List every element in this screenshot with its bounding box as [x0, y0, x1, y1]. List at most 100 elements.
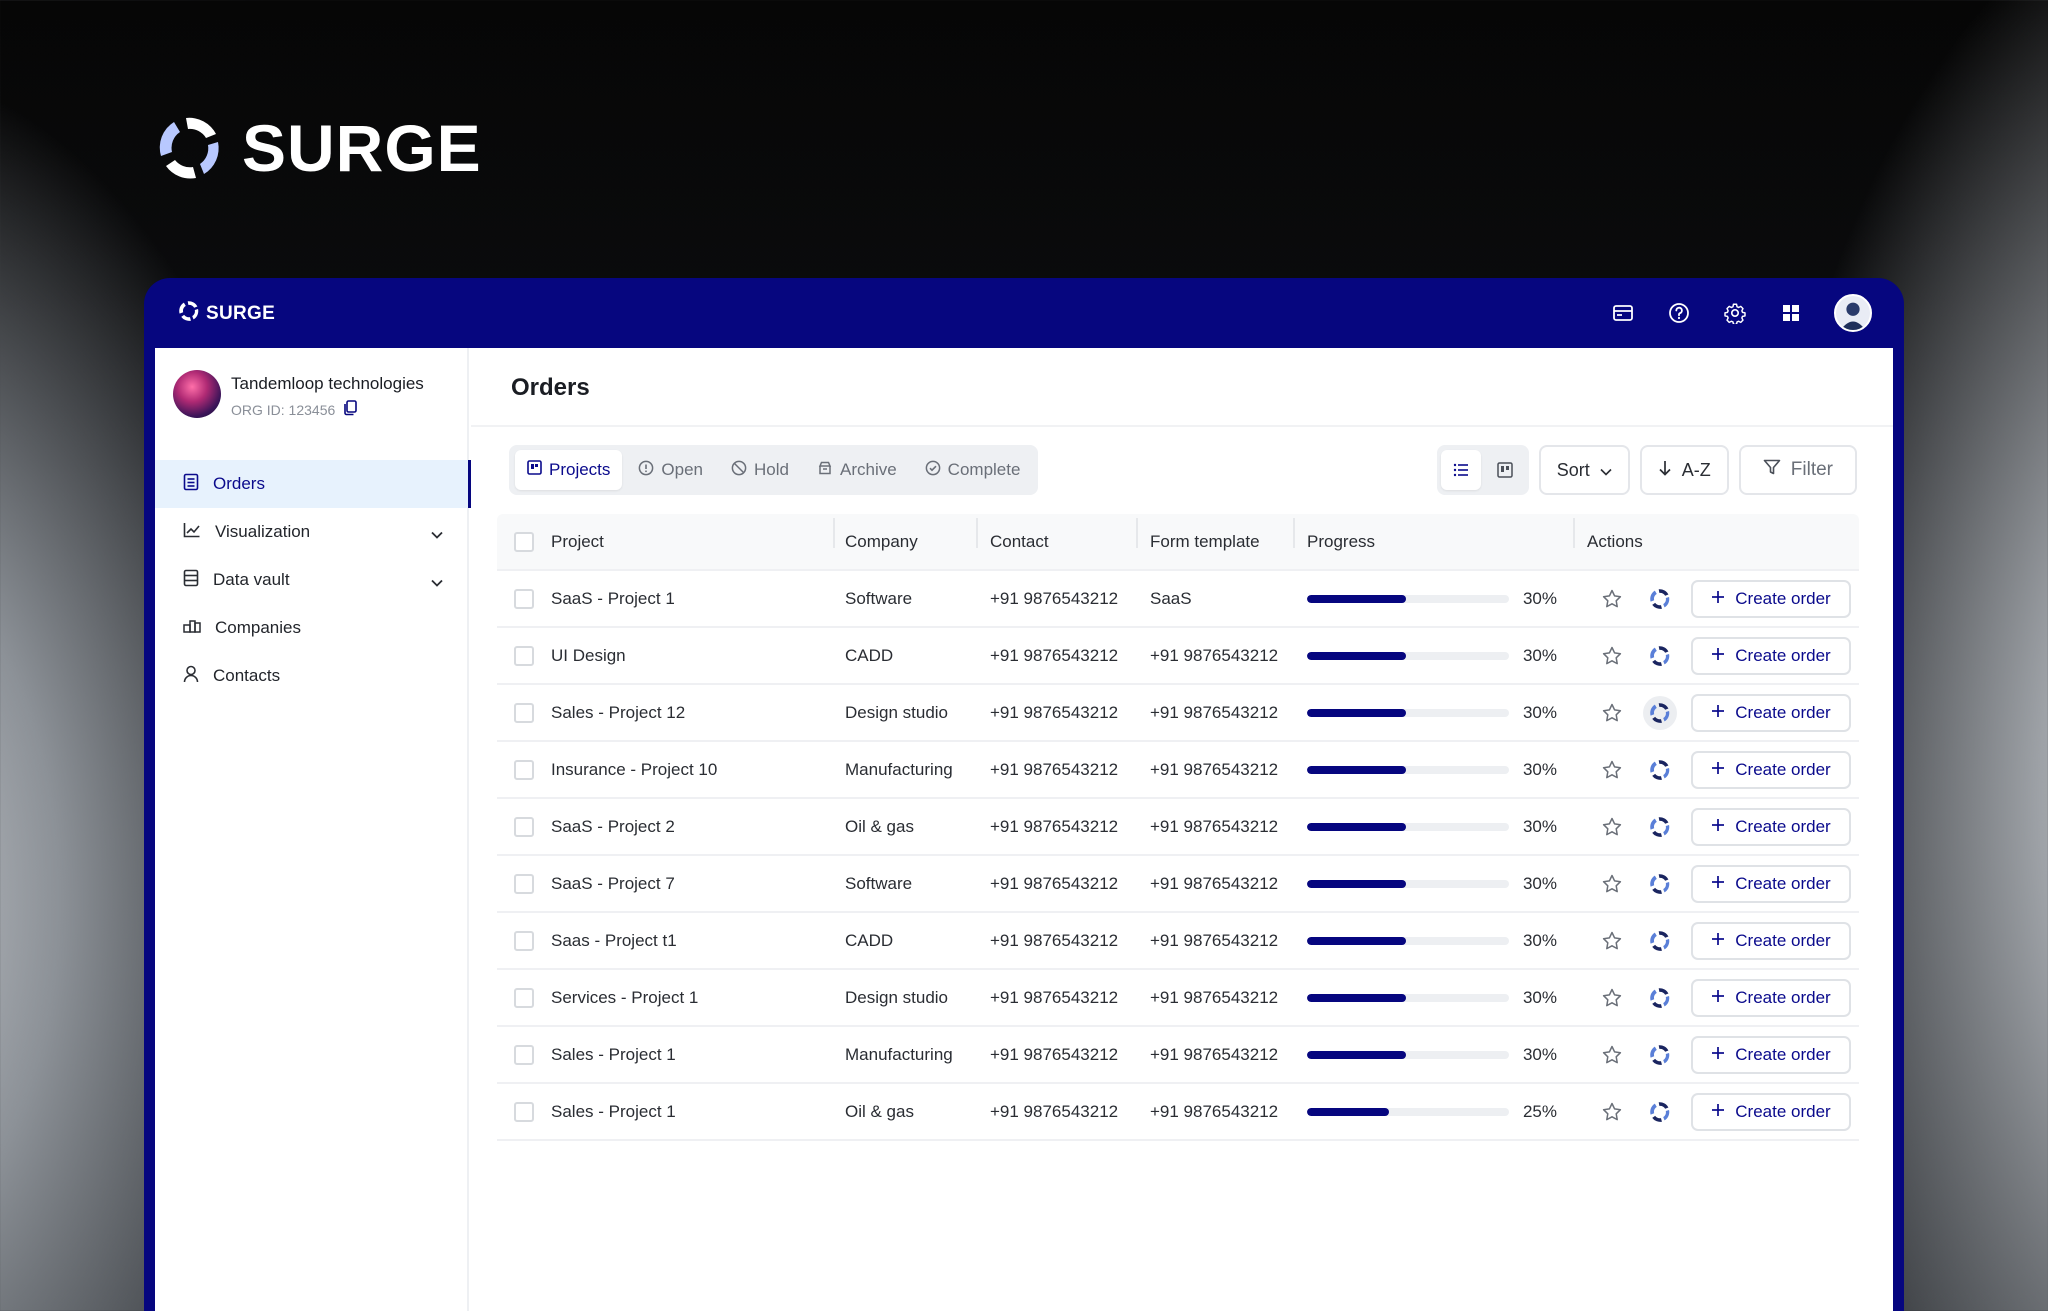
- help-icon[interactable]: [1666, 300, 1692, 326]
- progress-bar: [1307, 879, 1509, 888]
- surge-sync-icon[interactable]: [1643, 1095, 1677, 1129]
- row-checkbox[interactable]: [514, 1101, 534, 1122]
- table-row[interactable]: Sales - Project 1 Oil & gas +91 98765432…: [497, 1084, 1859, 1141]
- sidebar-nav: Orders Visualization Data vault Companie…: [155, 460, 471, 700]
- user-avatar[interactable]: [1834, 294, 1872, 332]
- form-template-cell: +91 9876543212: [1150, 702, 1279, 722]
- table-row[interactable]: Sales - Project 12 Design studio +91 987…: [497, 685, 1859, 742]
- sidebar-item-companies[interactable]: Companies: [155, 604, 469, 652]
- sidebar-item-orders[interactable]: Orders: [155, 460, 471, 508]
- gear-icon[interactable]: [1722, 300, 1748, 326]
- table-row[interactable]: SaaS - Project 2 Oil & gas +91 987654321…: [497, 799, 1859, 856]
- org-id: ORG ID: 123456: [231, 400, 424, 419]
- surge-sync-icon[interactable]: [1643, 639, 1677, 673]
- progress-cell: 30%: [1293, 988, 1573, 1008]
- row-checkbox[interactable]: [514, 816, 534, 837]
- column-header[interactable]: Company: [833, 517, 976, 552]
- row-checkbox[interactable]: [514, 930, 534, 951]
- create-order-button[interactable]: Create order: [1691, 864, 1851, 903]
- sidebar-item-visualization[interactable]: Visualization: [155, 508, 469, 556]
- column-header[interactable]: Contact: [976, 517, 1136, 552]
- tab-open[interactable]: Open: [626, 450, 715, 490]
- apps-grid-icon[interactable]: [1778, 300, 1804, 326]
- chevron-down-icon[interactable]: [431, 524, 443, 544]
- create-order-button[interactable]: Create order: [1691, 579, 1851, 618]
- star-icon[interactable]: [1595, 1038, 1629, 1072]
- board-view-icon[interactable]: [1485, 450, 1525, 490]
- create-order-button[interactable]: Create order: [1691, 1092, 1851, 1131]
- star-icon[interactable]: [1595, 753, 1629, 787]
- org-switcher[interactable]: Tandemloop technologies ORG ID: 123456: [173, 370, 424, 419]
- star-icon[interactable]: [1595, 924, 1629, 958]
- star-icon[interactable]: [1595, 867, 1629, 901]
- star-icon[interactable]: [1595, 981, 1629, 1015]
- row-checkbox[interactable]: [514, 873, 534, 894]
- table-row[interactable]: Insurance - Project 10 Manufacturing +91…: [497, 742, 1859, 799]
- table-row[interactable]: Saas - Project t1 CADD +91 9876543212 +9…: [497, 913, 1859, 970]
- surge-sync-icon[interactable]: [1643, 753, 1677, 787]
- project-cell: SaaS - Project 2: [551, 816, 675, 836]
- star-icon[interactable]: [1595, 582, 1629, 616]
- sidebar-item-contacts[interactable]: Contacts: [155, 652, 469, 700]
- table-row[interactable]: SaaS - Project 7 Software +91 9876543212…: [497, 856, 1859, 913]
- contact-cell: +91 9876543212: [990, 759, 1119, 779]
- window-icon[interactable]: [1610, 300, 1636, 326]
- project-cell: SaaS - Project 7: [551, 873, 675, 893]
- star-icon[interactable]: [1595, 810, 1629, 844]
- plus-icon: [1711, 646, 1725, 666]
- chevron-down-icon[interactable]: [431, 572, 443, 592]
- tab-projects[interactable]: Projects: [515, 450, 623, 490]
- create-order-button[interactable]: Create order: [1691, 921, 1851, 960]
- row-checkbox[interactable]: [514, 1044, 534, 1065]
- sidebar-item-data-vault[interactable]: Data vault: [155, 556, 469, 604]
- surge-sync-icon[interactable]: [1643, 582, 1677, 616]
- sort-dropdown[interactable]: Sort: [1538, 445, 1630, 495]
- progress-bar: [1307, 651, 1509, 660]
- tab-archive[interactable]: Archive: [805, 450, 909, 490]
- az-sort-button[interactable]: A-Z: [1639, 445, 1729, 495]
- surge-sync-icon[interactable]: [1643, 695, 1677, 730]
- app-window: SURGE Tandemloop technologies ORG ID: 12…: [144, 278, 1904, 1311]
- surge-sync-icon[interactable]: [1643, 1038, 1677, 1072]
- progress-cell: 30%: [1293, 703, 1573, 723]
- row-checkbox[interactable]: [514, 645, 534, 666]
- surge-sync-icon[interactable]: [1643, 981, 1677, 1015]
- create-order-button[interactable]: Create order: [1691, 978, 1851, 1017]
- star-icon[interactable]: [1595, 639, 1629, 673]
- star-icon[interactable]: [1595, 696, 1629, 730]
- star-icon[interactable]: [1595, 1095, 1629, 1129]
- row-checkbox[interactable]: [514, 987, 534, 1008]
- table-row[interactable]: Sales - Project 1 Manufacturing +91 9876…: [497, 1027, 1859, 1084]
- row-checkbox[interactable]: [514, 702, 534, 723]
- tab-complete[interactable]: Complete: [913, 450, 1033, 490]
- contact-cell: +91 9876543212: [990, 987, 1119, 1007]
- progress-percent: 30%: [1522, 987, 1557, 1007]
- row-checkbox[interactable]: [514, 588, 534, 609]
- create-order-button[interactable]: Create order: [1691, 693, 1851, 732]
- select-all-checkbox[interactable]: [514, 531, 534, 552]
- column-header[interactable]: Progress: [1293, 517, 1573, 552]
- copy-icon[interactable]: [343, 400, 358, 419]
- surge-sync-icon[interactable]: [1643, 810, 1677, 844]
- table-row[interactable]: SaaS - Project 1 Software +91 9876543212…: [497, 571, 1859, 628]
- list-view-icon[interactable]: [1440, 450, 1481, 490]
- surge-sync-icon[interactable]: [1643, 867, 1677, 901]
- create-order-button[interactable]: Create order: [1691, 636, 1851, 675]
- topbar-brand[interactable]: SURGE: [178, 300, 275, 327]
- filter-button[interactable]: Filter: [1738, 445, 1857, 495]
- table-body: SaaS - Project 1 Software +91 9876543212…: [497, 571, 1859, 1141]
- progress-bar-fill: [1307, 822, 1406, 831]
- table-row[interactable]: Services - Project 1 Design studio +91 9…: [497, 970, 1859, 1027]
- company-cell: Manufacturing: [845, 759, 953, 779]
- row-checkbox[interactable]: [514, 759, 534, 780]
- column-header[interactable]: Project: [551, 532, 833, 552]
- actions-cell: Create order: [1573, 978, 1859, 1017]
- create-order-button[interactable]: Create order: [1691, 807, 1851, 846]
- create-order-button[interactable]: Create order: [1691, 750, 1851, 789]
- tab-hold[interactable]: Hold: [719, 450, 801, 490]
- column-header[interactable]: Form template: [1136, 517, 1293, 552]
- create-order-button[interactable]: Create order: [1691, 1035, 1851, 1074]
- table-row[interactable]: UI Design CADD +91 9876543212 +91 987654…: [497, 628, 1859, 685]
- contact-cell: +91 9876543212: [990, 588, 1119, 608]
- surge-sync-icon[interactable]: [1643, 924, 1677, 958]
